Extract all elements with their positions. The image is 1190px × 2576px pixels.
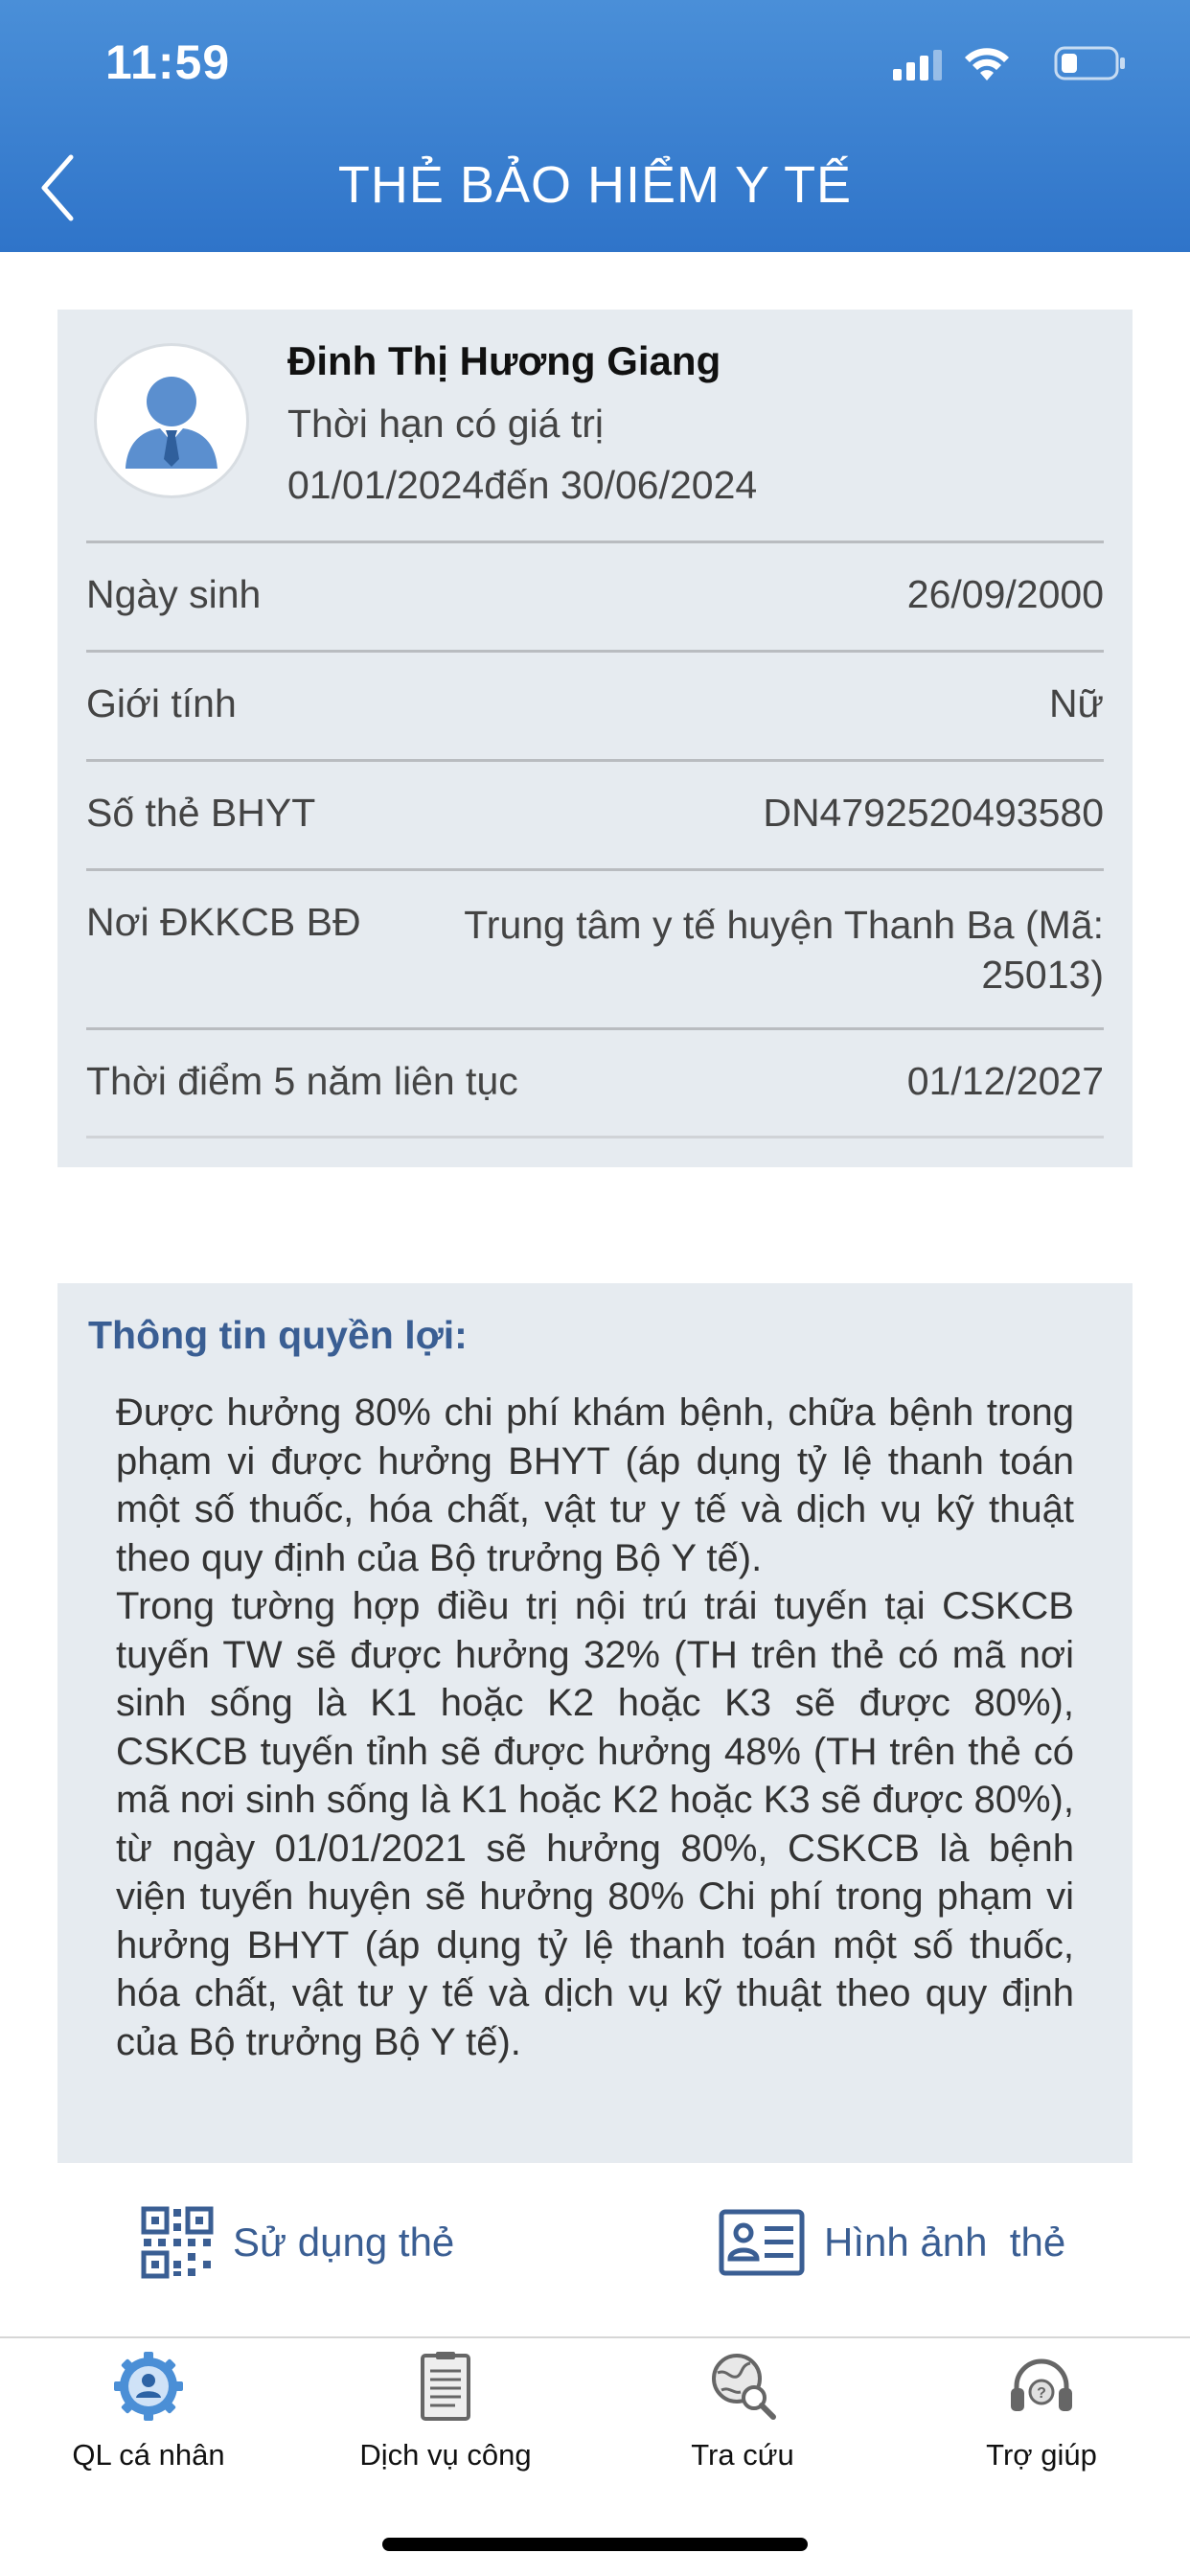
home-indicator[interactable] — [382, 2538, 808, 2551]
card-image-button[interactable]: Hình ảnh thẻ — [719, 2204, 1065, 2281]
nav-personal[interactable]: QL cá nhân — [24, 2348, 273, 2472]
benefits-title: Thông tin quyền lợi: — [88, 1313, 468, 1357]
row-five-year-date: Thời điểm 5 năm liên tục 01/12/2027 — [86, 1027, 1104, 1138]
page-title: THẺ BẢO HIỂM Y TẾ — [337, 156, 853, 214]
row-value: 26/09/2000 — [906, 572, 1104, 616]
use-card-button[interactable]: Sử dụng thẻ — [141, 2204, 454, 2281]
status-time: 11:59 — [105, 35, 231, 89]
user-avatar-icon — [126, 377, 217, 469]
validity-range: 01/01/2024đến 30/06/2024 — [287, 463, 758, 507]
row-birth-date: Ngày sinh 26/09/2000 — [86, 540, 1104, 652]
nav-help[interactable]: ? Trợ giúp — [917, 2348, 1166, 2472]
row-label: Nơi ĐKKCB BĐ — [86, 900, 361, 944]
nav-label: Dịch vụ công — [359, 2438, 532, 2472]
nav-label: QL cá nhân — [72, 2438, 225, 2472]
row-label: Thời điểm 5 năm liên tục — [86, 1059, 518, 1103]
avatar — [94, 343, 249, 498]
nav-label: Tra cứu — [691, 2438, 794, 2472]
use-card-label: Sử dụng thẻ — [233, 2220, 455, 2265]
nav-label: Trợ giúp — [986, 2438, 1097, 2472]
row-label: Ngày sinh — [86, 572, 262, 616]
globe-search-icon — [712, 2354, 776, 2420]
nav-lookup[interactable]: Tra cứu — [618, 2348, 867, 2472]
bottom-nav-divider — [0, 2336, 1190, 2338]
row-value: Nữ — [1048, 681, 1104, 725]
status-icons — [878, 44, 1127, 82]
card-holder-name: Đinh Thị Hương Giang — [287, 338, 721, 383]
signal-icon — [893, 50, 942, 80]
row-label: Giới tính — [86, 681, 237, 725]
battery-icon — [1054, 46, 1125, 80]
insurance-card-info: Đinh Thị Hương Giang Thời hạn có giá trị… — [57, 310, 1133, 1167]
document-icon — [421, 2352, 470, 2421]
svg-text:?: ? — [1037, 2385, 1046, 2402]
benefits-paragraph: Trong tường hợp điều trị nội trú trái tu… — [116, 1585, 1074, 2063]
row-label: Số thẻ BHYT — [86, 791, 316, 835]
nav-public-services[interactable]: Dịch vụ công — [321, 2348, 570, 2472]
benefits-text: Được hưởng 80% chi phí khám bệnh, chữa b… — [116, 1389, 1074, 2066]
row-card-number: Số thẻ BHYT DN4792520493580 — [86, 759, 1104, 870]
row-gender: Giới tính Nữ — [86, 650, 1104, 761]
wifi-icon — [965, 48, 1009, 80]
benefits-paragraph: Được hưởng 80% chi phí khám bệnh, chữa b… — [116, 1392, 1074, 1579]
row-value: Trung tâm y tế huyện Thanh Ba (Mã: 25013… — [464, 903, 1104, 997]
benefits-section: Thông tin quyền lợi: Được hưởng 80% chi … — [57, 1283, 1133, 2163]
qr-code-icon — [141, 2206, 214, 2279]
card-image-label: Hình ảnh thẻ — [824, 2220, 1066, 2265]
row-value: DN4792520493580 — [763, 791, 1104, 835]
headset-icon: ? — [1011, 2358, 1072, 2411]
id-card-icon — [719, 2209, 805, 2276]
validity-label: Thời hạn có giá trị — [287, 402, 604, 446]
divider — [86, 1136, 1104, 1138]
app-header: 11:59 THẺ BẢO HIỂM Y TẾ — [0, 0, 1190, 252]
row-registered-facility: Nơi ĐKKCB BĐ Trung tâm y tế huyện Thanh … — [86, 868, 1104, 1028]
personal-gear-icon — [114, 2352, 183, 2421]
row-value: 01/12/2027 — [906, 1059, 1104, 1103]
